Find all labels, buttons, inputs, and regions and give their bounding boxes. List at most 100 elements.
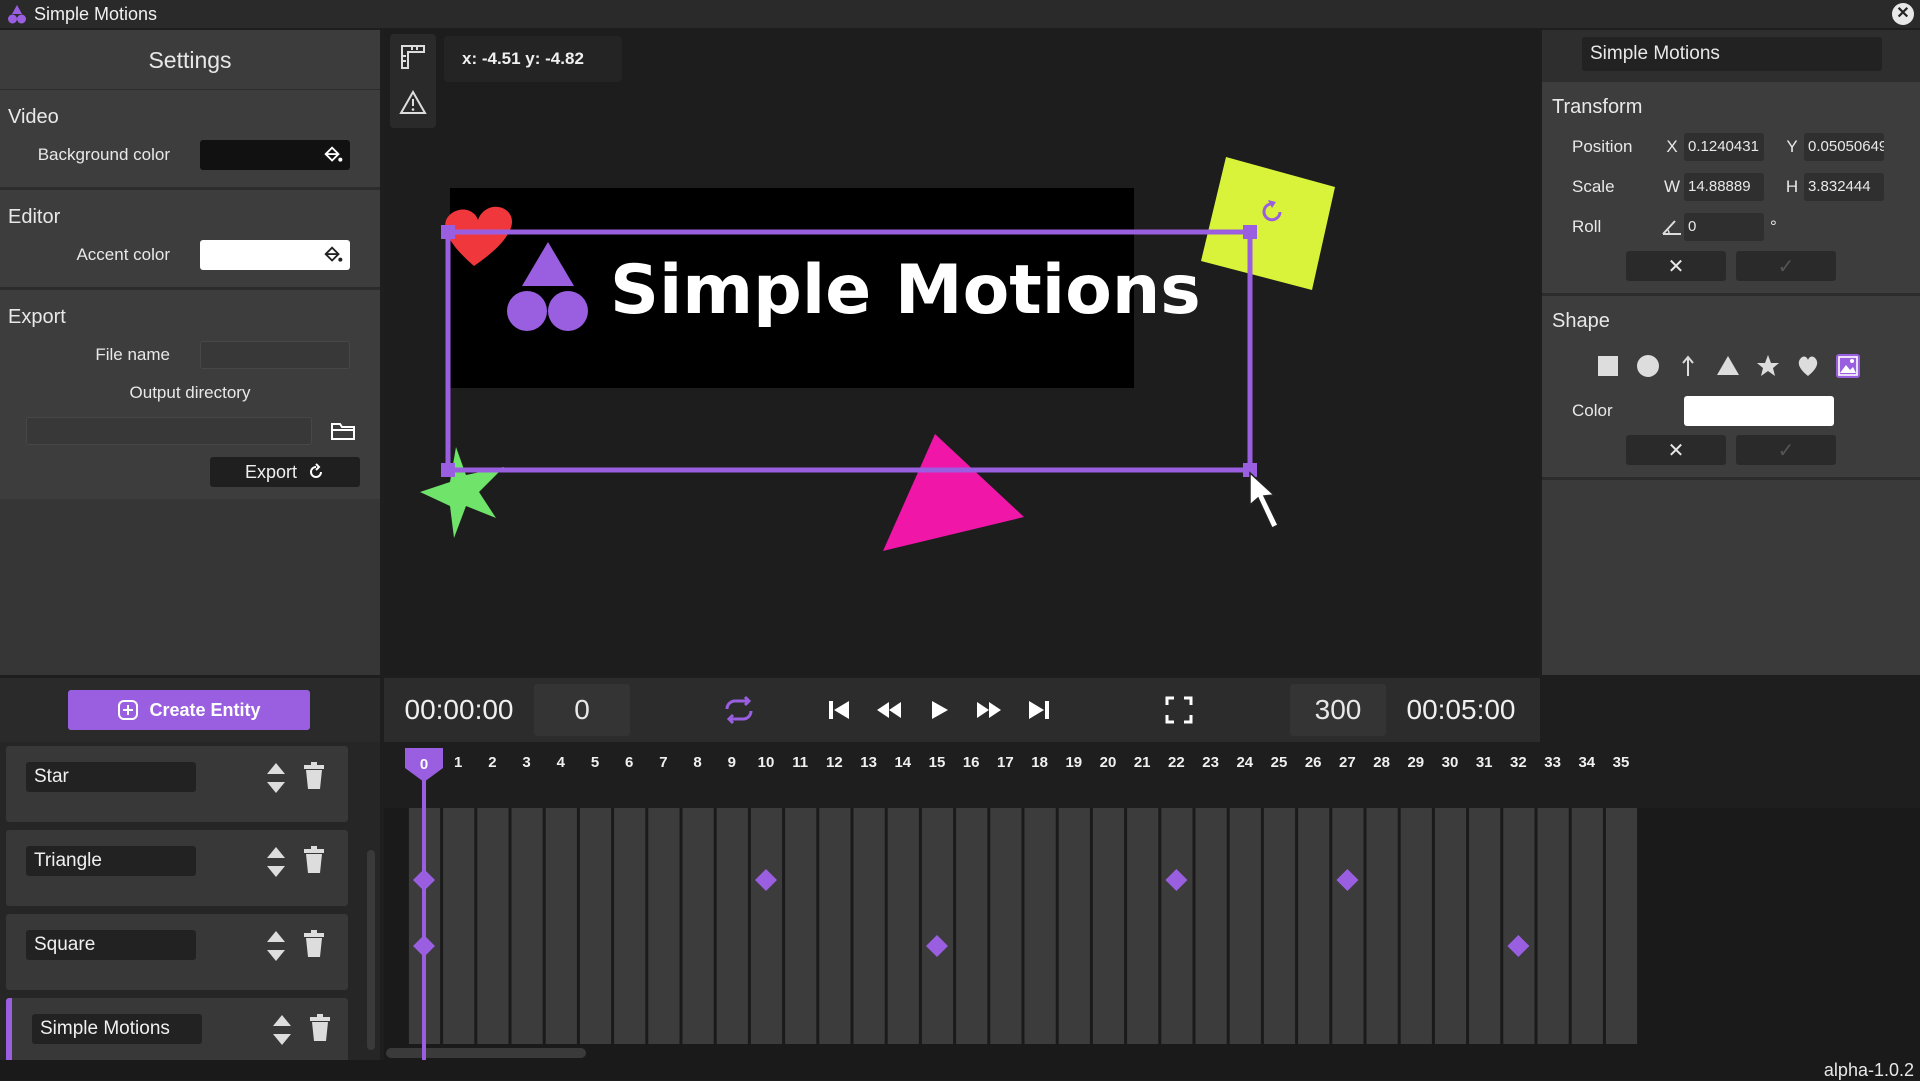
position-x-input[interactable]: 0.1240431 [1684, 133, 1764, 161]
rewind-button[interactable] [864, 685, 914, 735]
settings-panel: Settings Video Background color Editor A… [0, 30, 380, 675]
export-title: Export [8, 306, 66, 328]
current-frame-input[interactable]: 0 [534, 684, 630, 736]
file-name-label: File name [95, 345, 170, 364]
square-shape [1201, 157, 1335, 290]
transform-section: Transform Position X 0.1240431 Y 0.05050… [1542, 82, 1920, 296]
output-directory-label: Output directory [129, 383, 251, 402]
entity-row[interactable]: Simple Motions [6, 998, 348, 1060]
entity-row[interactable]: Triangle [6, 830, 348, 906]
scale-h-input[interactable]: 3.832444 [1804, 173, 1884, 201]
entity-row[interactable]: Star [6, 746, 348, 822]
skip-end-icon [1029, 701, 1049, 719]
arrow-icon[interactable] [1674, 352, 1702, 380]
current-time: 00:00:00 [404, 694, 514, 725]
scale-w-input[interactable]: 14.88889 [1684, 173, 1764, 201]
preview-canvas[interactable]: Simple Motions x: -4.51 y: -4.82 [384, 30, 1540, 675]
transform-apply-button[interactable]: ✓ [1736, 251, 1836, 281]
play-icon [932, 701, 948, 719]
heart-icon[interactable] [1794, 352, 1822, 380]
play-button[interactable] [914, 685, 964, 735]
scene-view[interactable]: Simple Motions [384, 30, 1540, 675]
create-entity-label: Create Entity [149, 699, 261, 720]
roll-input[interactable]: 0 [1684, 213, 1764, 241]
position-label: Position [1572, 137, 1633, 156]
entity-row[interactable]: Square [6, 914, 348, 990]
editor-section: Editor Accent color [0, 190, 380, 290]
background-color-picker[interactable] [200, 140, 350, 170]
fullscreen-button[interactable] [1154, 685, 1204, 735]
playhead-line [422, 762, 426, 1060]
output-directory-input[interactable] [26, 417, 312, 445]
rewind-icon [877, 702, 901, 718]
video-title: Video [8, 106, 59, 128]
fullscreen-icon [1165, 696, 1193, 724]
ruler-icon [401, 45, 425, 69]
entity-name[interactable]: Triangle [26, 846, 196, 876]
folder-icon[interactable] [330, 419, 356, 443]
shape-cancel-button[interactable]: ✕ [1626, 435, 1726, 465]
shape-title: Shape [1552, 310, 1610, 332]
ruler-tool[interactable] [390, 34, 436, 80]
export-button[interactable]: Export [210, 457, 360, 487]
settings-title: Settings [0, 30, 380, 90]
refresh-icon [310, 463, 323, 478]
shape-apply-button[interactable]: ✓ [1736, 435, 1836, 465]
transform-title: Transform [1552, 96, 1643, 118]
loop-icon [725, 695, 753, 725]
timeline[interactable]: 0123456789101112131415161718192021222324… [384, 742, 1920, 1060]
square-icon[interactable] [1594, 352, 1622, 380]
h-label: H [1785, 177, 1799, 196]
shape-picker [1542, 341, 1920, 391]
warning-tool[interactable] [390, 80, 436, 126]
entity-name[interactable]: Simple Motions [32, 1014, 202, 1044]
resize-handle-bl [441, 463, 455, 477]
end-frame-input[interactable]: 300 [1290, 684, 1386, 736]
banner-text: Simple Motions [610, 251, 1201, 330]
shape-section: Shape Color ✕ ✓ [1542, 296, 1920, 480]
inspector-panel: Simple Motions Transform Position X 0.12… [1542, 30, 1920, 675]
entity-name[interactable]: Square [26, 930, 196, 960]
position-y-input[interactable]: 0.05050649 [1804, 133, 1884, 161]
accent-color-picker[interactable] [200, 240, 350, 270]
resize-handle-tr [1243, 225, 1257, 239]
entity-name-input[interactable]: Simple Motions [1582, 37, 1882, 71]
triangle-icon[interactable] [1714, 352, 1742, 380]
skip-start-button[interactable] [814, 685, 864, 735]
reorder-icon[interactable] [264, 844, 288, 880]
entity-list: Star Triangle Square Simple Motions [0, 742, 380, 1060]
entity-list-scrollbar[interactable] [367, 850, 375, 1050]
star-shape [420, 447, 504, 538]
transform-cancel-button[interactable]: ✕ [1626, 251, 1726, 281]
mouse-cursor-icon [1249, 471, 1279, 530]
w-label: W [1663, 177, 1681, 196]
roll-label: Roll [1572, 217, 1602, 236]
image-icon[interactable] [1834, 352, 1862, 380]
trash-icon[interactable] [302, 930, 326, 958]
entity-name[interactable]: Star [26, 762, 196, 792]
skip-end-button[interactable] [1014, 685, 1064, 735]
close-window-button[interactable]: ✕ [1892, 3, 1914, 25]
trash-icon[interactable] [302, 762, 326, 790]
file-name-input[interactable] [200, 341, 350, 369]
playhead[interactable]: 0 [384, 742, 1920, 1060]
export-section: Export File name Output directory Export [0, 290, 380, 499]
export-label: Export [244, 461, 298, 482]
color-label: Color [1572, 401, 1613, 420]
reorder-icon[interactable] [264, 760, 288, 796]
video-section: Video Background color [0, 90, 380, 190]
trash-icon[interactable] [302, 846, 326, 874]
reorder-icon[interactable] [264, 928, 288, 964]
skip-start-icon [829, 701, 849, 719]
circle-icon[interactable] [1634, 352, 1662, 380]
shape-color-picker[interactable] [1684, 396, 1834, 426]
reorder-icon[interactable] [270, 1012, 294, 1048]
fast-forward-button[interactable] [964, 685, 1014, 735]
resize-handle-tl [441, 225, 455, 239]
loop-button[interactable] [714, 685, 764, 735]
trash-icon[interactable] [308, 1014, 332, 1042]
title-bar: Simple Motions ✕ [0, 0, 1920, 28]
create-entity-button[interactable]: Create Entity [68, 690, 310, 730]
app-logo-icon [8, 5, 26, 24]
star-icon[interactable] [1754, 352, 1782, 380]
